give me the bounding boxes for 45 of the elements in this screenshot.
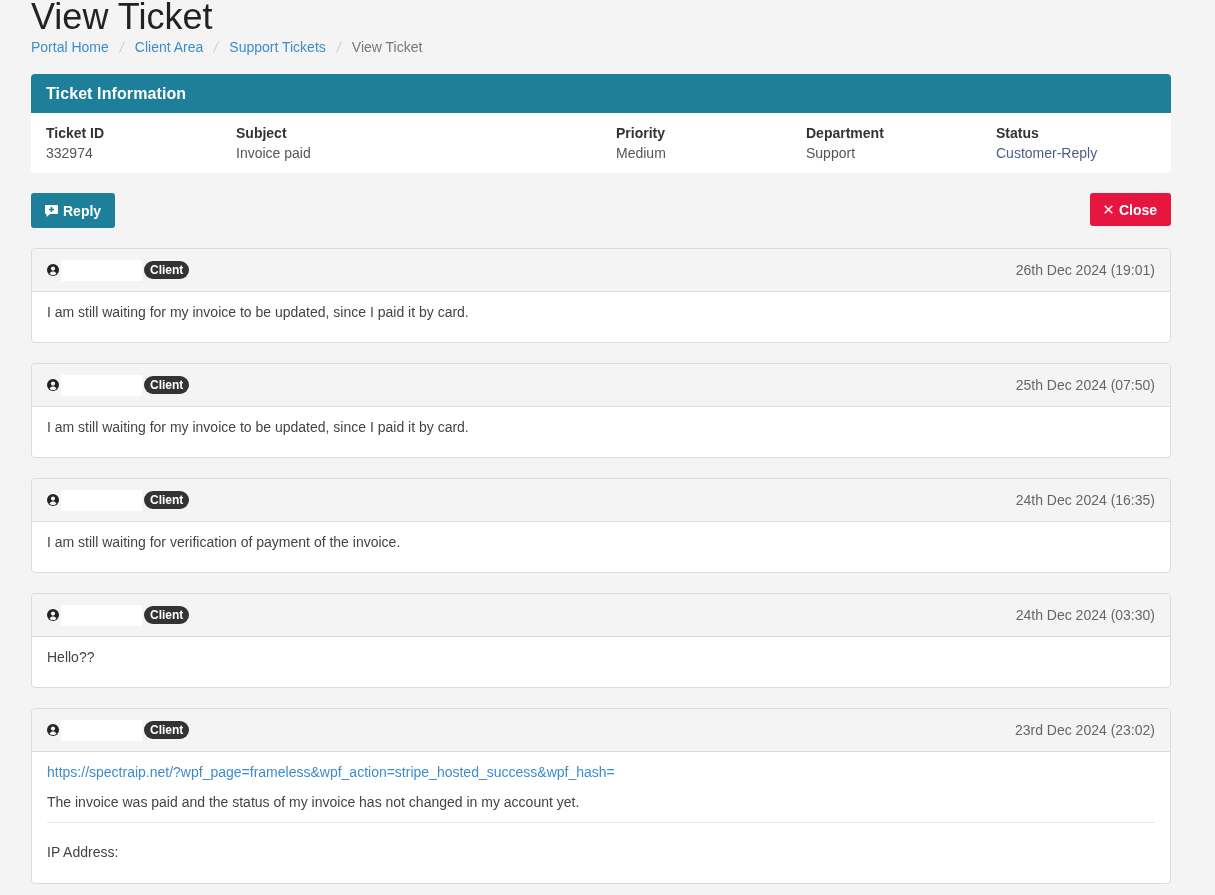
field-label: Subject xyxy=(236,124,287,143)
message-text: I am still waiting for my invoice to be updated, since I paid it by card. xyxy=(47,419,469,435)
field-label: Status xyxy=(996,124,1039,143)
message-date: 26th Dec 2024 (19:01) xyxy=(1015,262,1155,278)
role-badge: Client xyxy=(144,721,190,739)
user-icon xyxy=(47,379,59,391)
message-date: 23rd Dec 2024 (23:02) xyxy=(1014,722,1155,738)
message-link[interactable]: https://spectraip.net/?wpf_page=frameless&wpf_action=stripe_hosted_success&wpf_hash= xyxy=(47,764,615,780)
field-value: Medium xyxy=(616,144,666,163)
message-plus-icon xyxy=(45,204,58,217)
field-label: Department xyxy=(806,124,884,143)
panel-title: Ticket Information xyxy=(46,84,187,103)
breadcrumb-link[interactable]: Client Area xyxy=(134,39,204,55)
user-icon xyxy=(47,724,59,736)
message-text: The invoice was paid and the status of my invoice has not changed in my account yet. xyxy=(47,794,580,810)
message-text: Hello?? xyxy=(47,649,95,665)
breadcrumb-link[interactable]: Support Tickets xyxy=(229,39,326,55)
field-value: Customer-Reply xyxy=(996,144,1098,163)
message-date: 24th Dec 2024 (16:35) xyxy=(1015,492,1155,508)
breadcrumb-current: View Ticket xyxy=(351,39,423,55)
field-value: 332974 xyxy=(46,144,93,163)
message-text: I am still waiting for verification of payment of the invoice. xyxy=(47,534,401,550)
reply-button[interactable]: Reply xyxy=(31,193,116,228)
role-badge: Client xyxy=(144,261,190,279)
field-label: Priority xyxy=(616,124,665,143)
message-text: I am still waiting for my invoice to be updated, since I paid it by card. xyxy=(47,304,469,320)
breadcrumb-link[interactable]: Portal Home xyxy=(31,39,109,55)
message-date: 25th Dec 2024 (07:50) xyxy=(1015,377,1155,393)
slash-icon xyxy=(118,41,125,53)
close-button[interactable]: Close xyxy=(1089,193,1171,226)
close-icon xyxy=(1103,205,1113,214)
user-icon xyxy=(47,494,59,506)
role-badge: Client xyxy=(144,606,190,624)
ip-address-label: IP Address: xyxy=(47,844,119,860)
user-icon xyxy=(47,609,59,621)
user-icon xyxy=(47,264,59,276)
field-label: Ticket ID xyxy=(46,124,105,143)
message-date: 24th Dec 2024 (03:30) xyxy=(1015,607,1155,623)
role-badge: Client xyxy=(144,376,190,394)
field-value: Invoice paid xyxy=(236,144,311,163)
slash-icon xyxy=(335,41,342,53)
page-title: View Ticket xyxy=(31,0,213,37)
field-value: Support xyxy=(806,144,856,163)
slash-icon xyxy=(213,41,220,53)
role-badge: Client xyxy=(144,491,190,509)
